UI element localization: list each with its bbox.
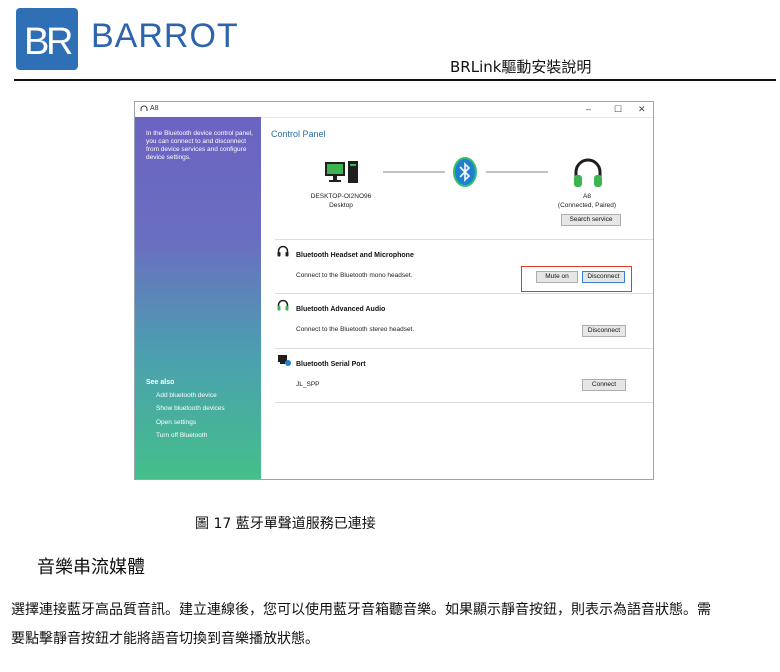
link-turn-off-bluetooth[interactable]: Turn off Bluetooth — [156, 432, 207, 440]
window-titlebar: A8 – ☐ ✕ — [135, 102, 653, 118]
divider — [275, 348, 653, 349]
panel-title: Control Panel — [271, 129, 326, 139]
sidebar: In the Bluetooth device control panel, y… — [135, 117, 261, 479]
svg-text:R: R — [46, 21, 73, 63]
divider — [275, 402, 653, 403]
bluetooth-icon — [452, 157, 478, 192]
minimize-button[interactable]: – — [586, 104, 591, 114]
headphones-icon — [140, 105, 148, 115]
document-title: BRLink驅動安裝說明 — [450, 58, 592, 76]
disconnect-mono-button[interactable]: Disconnect — [582, 271, 625, 283]
headphones-icon — [277, 298, 289, 316]
service-name: Bluetooth Serial Port — [296, 361, 366, 368]
figure-caption: 圖 17 藍牙單聲道服務已連接 — [195, 516, 376, 532]
mute-on-button[interactable]: Mute on — [536, 271, 578, 283]
sidebar-intro: In the Bluetooth device control panel, y… — [146, 130, 253, 161]
headphones-mic-icon — [277, 244, 289, 262]
divider — [275, 293, 653, 294]
divider — [275, 239, 653, 240]
headset-icon — [572, 157, 604, 194]
service-name: Bluetooth Headset and Microphone — [296, 252, 414, 259]
brand-name: BARROT — [91, 17, 239, 55]
close-button[interactable]: ✕ — [638, 104, 646, 115]
computer-name: DESKTOP-OI2NO96 — [310, 193, 372, 200]
connection-line-left — [383, 171, 445, 173]
paragraph-line: 要點擊靜音按鈕才能將語音切換到音樂播放狀態。 — [11, 631, 319, 647]
control-panel-content: Control Panel DESKTOP-OI2NO96 Desktop A8… — [261, 117, 653, 479]
service-description: Connect to the Bluetooth stereo headset. — [296, 326, 415, 333]
link-show-bluetooth-devices[interactable]: Show bluetooth devices — [156, 405, 225, 413]
body-paragraph: 選擇連接藍牙高品質音訊。建立連線後，您可以使用藍牙音箱聽音樂。如果顯示靜音按鈕，… — [11, 596, 773, 654]
section-heading: 音樂串流媒體 — [37, 557, 145, 578]
computer-type: Desktop — [329, 202, 353, 209]
serial-port-icon — [277, 353, 291, 372]
link-add-bluetooth-device[interactable]: Add bluetooth device — [156, 392, 217, 400]
connection-line-right — [486, 171, 548, 173]
headset-status: (Connected, Paired) — [557, 202, 617, 209]
window-title: A8 — [150, 105, 159, 112]
barrot-logo: B R — [16, 8, 78, 70]
bluetooth-dialog-screenshot: A8 – ☐ ✕ In the Bluetooth device control… — [134, 101, 654, 480]
disconnect-stereo-button[interactable]: Disconnect — [582, 325, 626, 337]
connect-button[interactable]: Connect — [582, 379, 626, 391]
search-service-button[interactable]: Search service — [561, 214, 621, 226]
maximize-button[interactable]: ☐ — [614, 104, 622, 115]
link-open-settings[interactable]: Open settings — [156, 419, 196, 427]
see-also-heading: See also — [146, 379, 175, 386]
desktop-computer-icon — [325, 161, 359, 190]
service-name: Bluetooth Advanced Audio — [296, 306, 386, 313]
header-divider — [14, 79, 776, 81]
paragraph-line: 選擇連接藍牙高品質音訊。建立連線後，您可以使用藍牙音箱聽音樂。如果顯示靜音按鈕，… — [11, 602, 711, 618]
service-description: JL_SPP — [296, 381, 320, 388]
headset-name: A8 — [583, 193, 591, 200]
service-description: Connect to the Bluetooth mono headset. — [296, 272, 413, 279]
